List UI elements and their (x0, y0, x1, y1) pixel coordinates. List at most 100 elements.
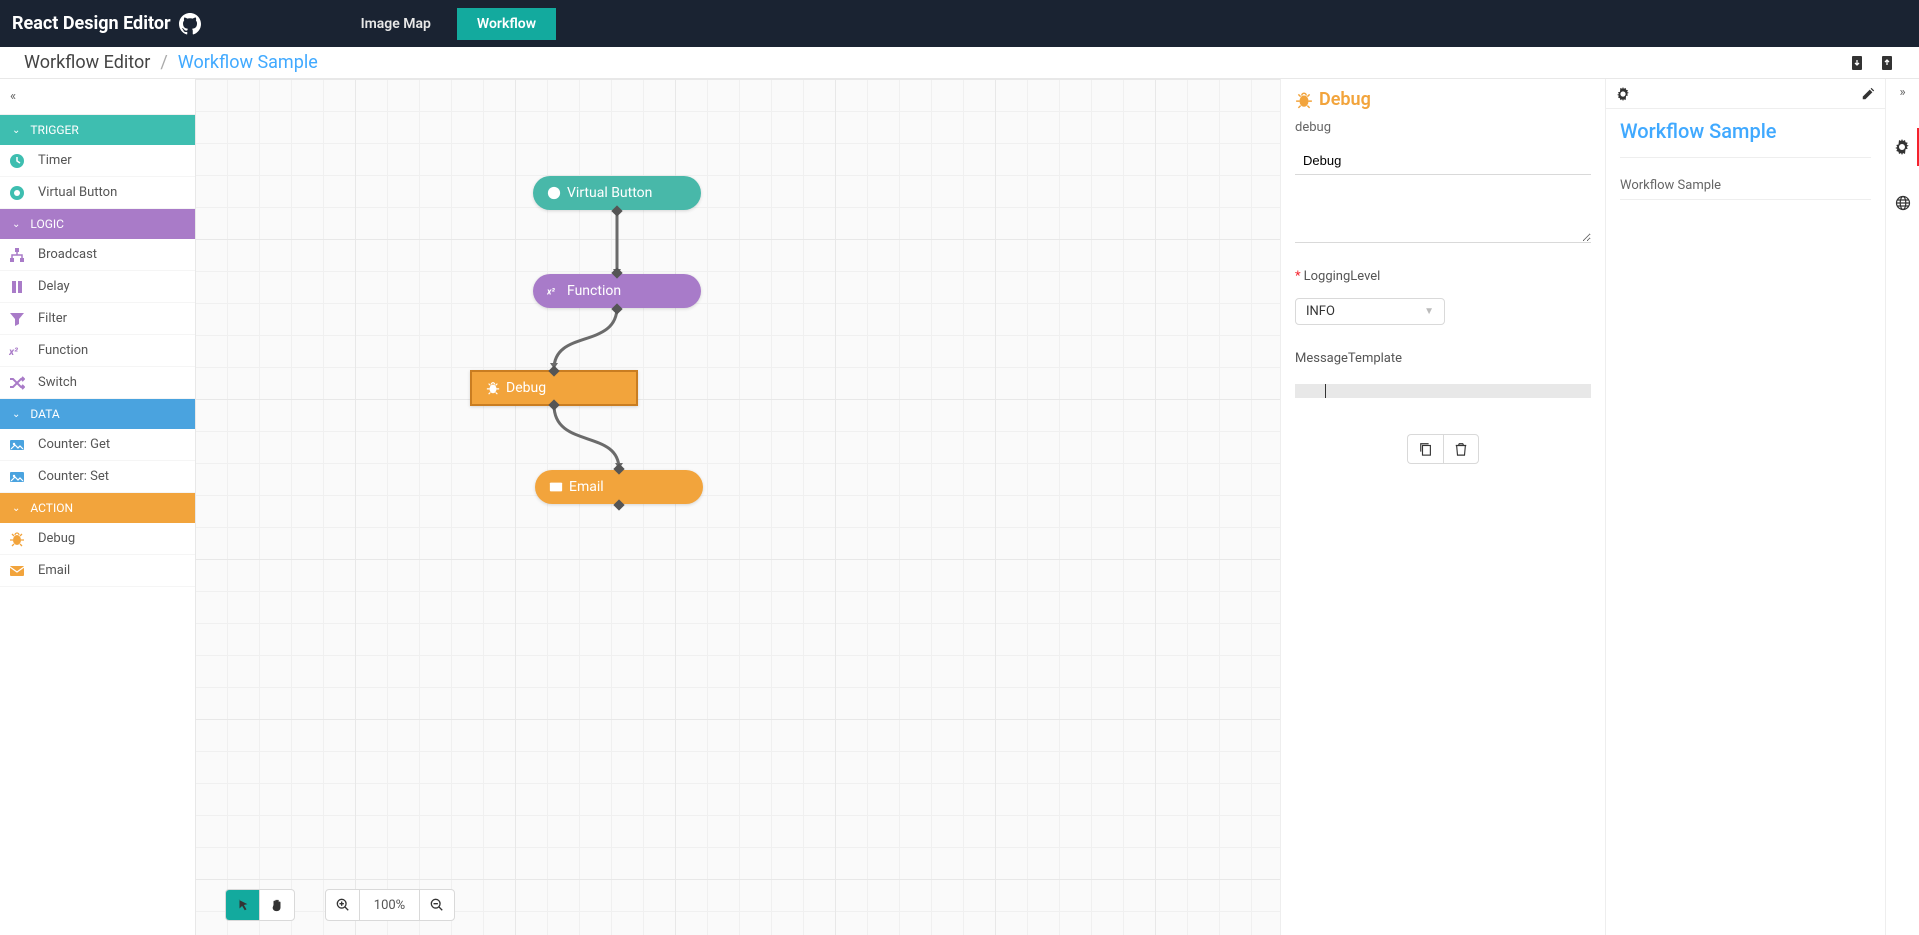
zoom-out-button[interactable] (420, 890, 454, 920)
palette-item-function[interactable]: Function (0, 335, 195, 367)
import-icon[interactable] (1879, 54, 1895, 72)
palette-item-label: Function (38, 343, 88, 358)
workflow-description: Workflow Sample (1620, 178, 1871, 200)
node-description-textarea[interactable] (1295, 183, 1591, 243)
app-header: React Design Editor Image Map Workflow (0, 0, 1919, 47)
category-label: DATA (30, 407, 59, 421)
message-template-editor[interactable] (1295, 384, 1591, 398)
canvas-node-email[interactable]: Email (535, 470, 703, 504)
palette-item-email[interactable]: Email (0, 555, 195, 587)
nav-tab-workflow[interactable]: Workflow (457, 8, 556, 40)
palette-item-counter-get[interactable]: Counter: Get (0, 429, 195, 461)
chevron-down-icon: ⌄ (12, 409, 20, 420)
sidebar-collapse-button[interactable]: « (0, 79, 195, 115)
copy-icon (1419, 442, 1433, 456)
message-template-label: MessageTemplate (1295, 351, 1591, 366)
palette-item-label: Counter: Get (38, 437, 110, 452)
canvas-node-function[interactable]: Function (533, 274, 701, 308)
workflow-title: Workflow Sample (1620, 119, 1871, 143)
pan-tool-button[interactable] (260, 890, 294, 920)
category-header-action[interactable]: ⌄ ACTION (0, 493, 195, 523)
right-tab-strip: » (1885, 79, 1919, 935)
workflow-info-panel: Workflow Sample Workflow Sample (1605, 79, 1885, 935)
gear-icon[interactable] (1616, 87, 1630, 101)
category-label: ACTION (30, 501, 73, 515)
category-header-data[interactable]: ⌄ DATA (0, 399, 195, 429)
sidebar-expand-button[interactable]: » (1899, 85, 1905, 100)
fx-icon (8, 342, 26, 360)
select-tool-button[interactable] (226, 890, 260, 920)
cursor-tool-group (225, 889, 295, 921)
info-panel-header (1606, 79, 1885, 109)
mail-icon (549, 480, 563, 494)
palette-item-label: Filter (38, 311, 67, 326)
category-header-logic[interactable]: ⌄LOGIC (0, 209, 195, 239)
edge[interactable] (554, 307, 617, 369)
export-icon[interactable] (1849, 54, 1865, 72)
chevron-down-icon: ⌄ (12, 125, 20, 136)
shuffle-icon (8, 374, 26, 392)
palette-item-delay[interactable]: Delay (0, 271, 195, 303)
canvas-node-virtual-button[interactable]: Virtual Button (533, 176, 701, 210)
palette-item-counter-set[interactable]: Counter: Set (0, 461, 195, 493)
globe-icon (1895, 195, 1911, 211)
category-label: TRIGGER (30, 123, 78, 137)
bug-icon (8, 530, 26, 548)
node-name-input[interactable] (1295, 147, 1591, 175)
palette-item-broadcast[interactable]: Broadcast (0, 239, 195, 271)
edge[interactable] (554, 405, 619, 469)
hand-icon (270, 898, 284, 912)
delete-button[interactable] (1443, 434, 1479, 464)
breadcrumb: Workflow Editor / Workflow Sample (24, 52, 318, 73)
palette-item-label: Debug (38, 531, 75, 546)
breadcrumb-separator: / (160, 52, 167, 73)
clock-icon (8, 152, 26, 170)
duplicate-button[interactable] (1407, 434, 1443, 464)
canvas-toolbar: 100% (225, 889, 455, 921)
canvas-node-debug[interactable]: Debug (470, 370, 638, 406)
zoom-in-button[interactable] (326, 890, 360, 920)
palette-item-label: Delay (38, 279, 70, 294)
panel-title-text: Debug (1319, 89, 1371, 110)
node-label: Email (569, 479, 604, 495)
nav-tab-imagemap[interactable]: Image Map (341, 8, 451, 40)
breadcrumb-current: Workflow Sample (178, 52, 318, 73)
filter-icon (8, 310, 26, 328)
tab-settings[interactable] (1886, 128, 1919, 166)
panel-subtitle: debug (1295, 120, 1591, 135)
workflow-canvas[interactable]: Virtual Button Function Debug Email 100% (195, 79, 1280, 935)
logging-level-select[interactable]: INFO ▼ (1295, 298, 1445, 325)
breadcrumb-bar: Workflow Editor / Workflow Sample (0, 47, 1919, 79)
trash-icon (1454, 442, 1468, 456)
breadcrumb-root[interactable]: Workflow Editor (24, 52, 150, 73)
image-icon (8, 436, 26, 454)
node-label: Virtual Button (567, 185, 652, 201)
edit-icon[interactable] (1861, 87, 1875, 101)
chevron-down-icon: ▼ (1424, 306, 1434, 317)
category-header-trigger[interactable]: ⌄ TRIGGER (0, 115, 195, 145)
zoom-tool-group: 100% (325, 889, 455, 921)
app-title: React Design Editor (12, 13, 201, 35)
github-icon[interactable] (179, 13, 201, 35)
properties-panel: Debug debug *LoggingLevel INFO ▼ Message… (1280, 79, 1605, 935)
palette-item-filter[interactable]: Filter (0, 303, 195, 335)
collapse-left-icon: « (10, 89, 16, 104)
zoom-in-icon (336, 898, 350, 912)
tab-globe[interactable] (1886, 184, 1919, 222)
node-label: Debug (506, 380, 546, 396)
palette-item-debug[interactable]: Debug (0, 523, 195, 555)
panel-actions (1295, 434, 1591, 464)
pointer-icon (236, 898, 250, 912)
palette-item-switch[interactable]: Switch (0, 367, 195, 399)
gear-icon (1894, 139, 1910, 155)
nav-tabs: Image Map Workflow (341, 8, 556, 40)
palette-item-virtual-button[interactable]: Virtual Button (0, 177, 195, 209)
fx-icon (547, 284, 561, 298)
node-label: Function (567, 283, 621, 299)
palette-item-timer[interactable]: Timer (0, 145, 195, 177)
bug-icon (1295, 91, 1313, 109)
chevron-down-icon: ⌄ (12, 503, 20, 514)
mail-icon (8, 562, 26, 580)
pause-icon (8, 278, 26, 296)
palette-item-label: Broadcast (38, 247, 97, 262)
